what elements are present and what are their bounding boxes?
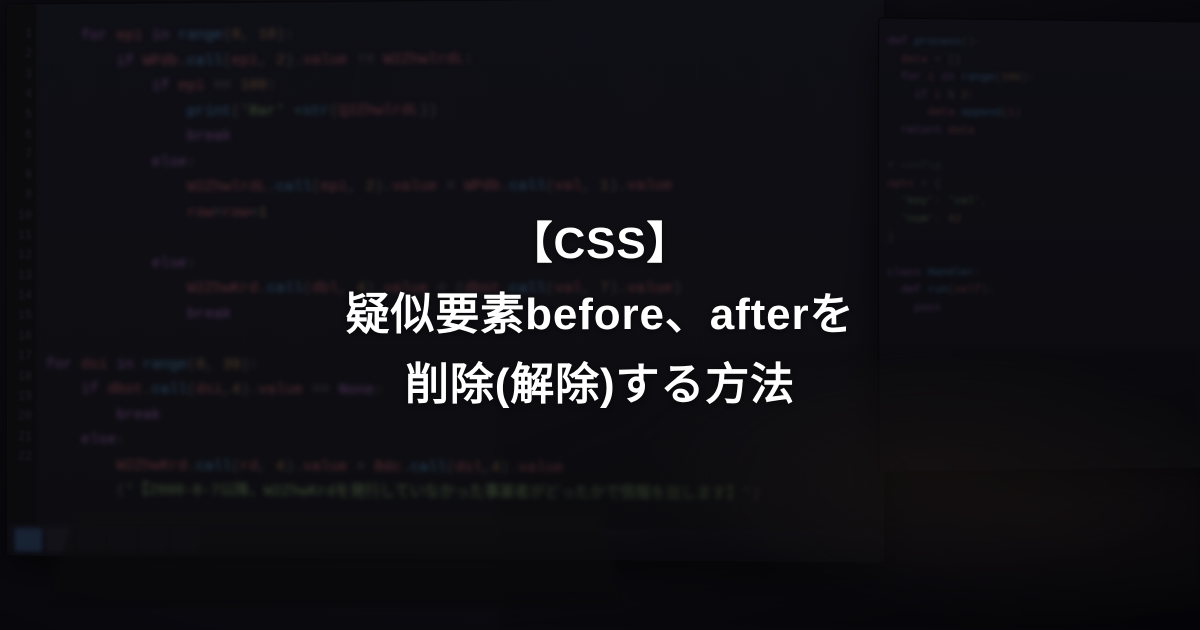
title-line-1: 【CSS】 <box>509 209 692 279</box>
title-container: 【CSS】 疑似要素before、afterを 削除(解除)する方法 <box>0 0 1200 630</box>
title-line-3: 削除(解除)する方法 <box>405 350 795 420</box>
title-line-2: 疑似要素before、afterを <box>346 280 855 350</box>
